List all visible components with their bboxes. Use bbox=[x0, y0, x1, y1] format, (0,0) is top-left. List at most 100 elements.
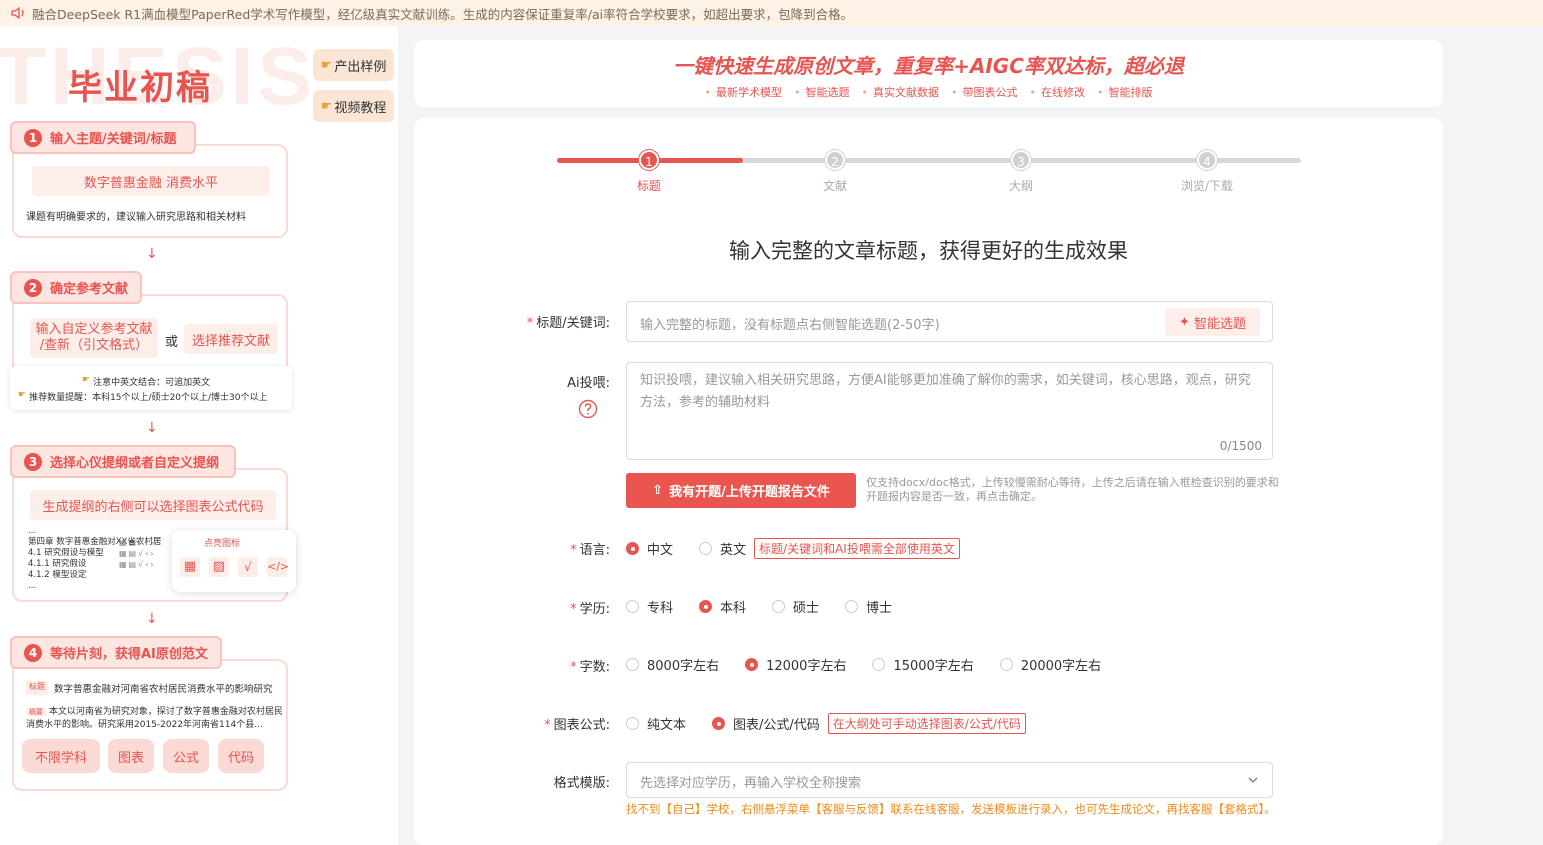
upload-proposal-button[interactable]: ⇧ 我有开题/上传开题报告文件 bbox=[626, 473, 856, 508]
custom-reference-option: 输入自定义参考文献 /查新（引文格式） bbox=[30, 318, 158, 358]
ai-feed-label: Ai投喂: bbox=[567, 376, 610, 391]
step1-number: 1 bbox=[24, 128, 42, 147]
table-icon: ▦ bbox=[180, 557, 200, 577]
result-abstract-text: 本文以河南省为研究对象，探讨了数字普惠金融对农村居民消费水平的影响。研究采用20… bbox=[26, 707, 283, 730]
feature-item: 最新学术模型 bbox=[705, 84, 782, 100]
step1-example-pill: 数字普惠金融 消费水平 bbox=[32, 166, 270, 196]
pointing-hand-icon: ☛ bbox=[18, 390, 27, 400]
or-text: 或 bbox=[165, 335, 179, 350]
step-dot: 3 bbox=[1011, 150, 1031, 170]
radio-associate[interactable]: 专科 bbox=[626, 597, 673, 616]
sparkle-icon: ✦ bbox=[1179, 314, 1190, 330]
result-abstract-tag: 摘要 bbox=[26, 708, 46, 716]
speaker-icon bbox=[11, 6, 24, 20]
hero-features: 最新学术模型 智能选题 真实文献数据 带图表公式 在线修改 智能排版 bbox=[414, 84, 1443, 100]
arrow-down-icon: ↓ bbox=[146, 420, 158, 436]
upload-proposal-label: 我有开题/上传开题报告文件 bbox=[669, 485, 830, 500]
ai-feed-placeholder: 知识投喂，建议输入相关研究思路，方便AI能够更加准确了解你的需求，如关键词，核心… bbox=[640, 373, 1251, 410]
sample-output-button[interactable]: ☛ 产出样例 bbox=[313, 49, 394, 81]
step3-label: 选择心仪提纲或者自定义提纲 bbox=[50, 456, 220, 471]
badge-chart: 图表 bbox=[108, 739, 154, 773]
template-select[interactable]: 先选择对应学历，再输入学校全称搜索 bbox=[626, 762, 1273, 798]
ai-feed-textarea[interactable]: 知识投喂，建议输入相关研究思路，方便AI能够更加准确了解你的需求，如关键词，核心… bbox=[626, 362, 1273, 460]
word-count-label: * 字数: bbox=[570, 660, 610, 675]
badge-formula: 公式 bbox=[163, 739, 209, 773]
upload-note: 仅支持docx/doc格式，上传较慢需耐心等待，上传之后请在输入框检查识别的要求… bbox=[866, 476, 1279, 503]
step1-hint: 课题有明确要求的，建议输入研究思路和相关材料 bbox=[26, 212, 246, 223]
radio-doctor[interactable]: 博士 bbox=[845, 597, 892, 616]
step1-tag: 1 输入主题/关键词/标题 bbox=[10, 121, 196, 154]
step-label: 标题 bbox=[636, 179, 661, 193]
radio-15000[interactable]: 15000字左右 bbox=[872, 655, 974, 674]
result-abstract: 摘要 本文以河南省为研究对象，探讨了数字普惠金融对农村居民消费水平的影响。研究采… bbox=[26, 706, 288, 732]
smart-topic-button[interactable]: ✦ 智能选题 bbox=[1165, 308, 1260, 336]
radio-plain-text[interactable]: 纯文本 bbox=[626, 714, 686, 733]
english-note: 标题/关键词和AI投喂需全部使用英文 bbox=[754, 538, 960, 559]
arrow-down-icon: ↓ bbox=[146, 246, 158, 262]
template-label: 格式模版: bbox=[553, 776, 610, 791]
progress-step-outline[interactable]: 3 大纲 bbox=[981, 150, 1061, 194]
step2-tip1: 注意中英文结合：可追加英文 bbox=[93, 378, 211, 388]
template-hint: 找不到【自己】学校，右侧悬浮菜单【客服与反馈】联系在线客服，发送模板进行录入，也… bbox=[626, 802, 1276, 816]
chart-formula-note: 在大纲处可手动选择图表/公式/代码 bbox=[827, 713, 1026, 734]
feature-item: 智能选题 bbox=[794, 84, 850, 100]
step-label: 文献 bbox=[822, 179, 847, 193]
progress-step-download[interactable]: 4 浏览/下载 bbox=[1167, 150, 1247, 194]
template-placeholder: 先选择对应学历，再输入学校全称搜索 bbox=[640, 776, 862, 791]
step2-number: 2 bbox=[24, 278, 42, 297]
formula-icon: √ bbox=[238, 557, 258, 577]
feature-item: 智能排版 bbox=[1097, 84, 1153, 100]
result-title-row: 标题 数字普惠金融对河南省农村居民消费水平的影响研究 bbox=[26, 681, 273, 695]
result-title-text: 数字普惠金融对河南省农村居民消费水平的影响研究 bbox=[54, 684, 273, 695]
step4-tag: 4 等待片刻，获得AI原创范文 bbox=[10, 636, 222, 669]
arrow-down-icon: ↓ bbox=[146, 611, 158, 627]
pointing-hand-icon: ☛ bbox=[82, 375, 91, 385]
help-icon[interactable] bbox=[578, 399, 598, 419]
radio-chart-formula-code[interactable]: 图表/公式/代码 bbox=[712, 714, 820, 733]
feature-item: 在线修改 bbox=[1030, 84, 1085, 100]
light-icon-popup: 点亮图标 ▦ ▨ √ </> bbox=[172, 530, 296, 592]
chart-formula-radio-group: 纯文本 图表/公式/代码 在大纲处可手动选择图表/公式/代码 bbox=[626, 713, 1026, 734]
progress-step-title[interactable]: 1 标题 bbox=[609, 150, 689, 194]
radio-bachelor[interactable]: 本科 bbox=[699, 597, 746, 616]
radio-8000[interactable]: 8000字左右 bbox=[626, 655, 719, 674]
radio-english[interactable]: 英文 bbox=[699, 539, 746, 558]
pointing-hand-icon: ☛ bbox=[320, 98, 333, 114]
step2-tag: 2 确定参考文献 bbox=[10, 271, 142, 304]
radio-master[interactable]: 硕士 bbox=[772, 597, 819, 616]
step4-label: 等待片刻，获得AI原创范文 bbox=[50, 647, 208, 662]
upload-icon: ⇧ bbox=[652, 483, 664, 498]
feature-item: 真实文献数据 bbox=[862, 84, 939, 100]
code-icon: </> bbox=[267, 557, 289, 577]
ai-feed-counter: 0/1500 bbox=[1219, 439, 1262, 453]
video-tutorial-button[interactable]: ☛ 视频教程 bbox=[313, 90, 394, 122]
step2-tips-box: ☛ 注意中英文结合：可追加英文 ☛ 推荐数量提醒：本科15个以上/硕士20个以上… bbox=[10, 366, 292, 410]
step-dot: 2 bbox=[825, 150, 845, 170]
radio-chinese[interactable]: 中文 bbox=[626, 539, 673, 558]
title-placeholder: 输入完整的标题，没有标题点右侧智能选题(2-50字) bbox=[640, 318, 940, 333]
progress-step-references[interactable]: 2 文献 bbox=[795, 150, 875, 194]
video-tutorial-label: 视频教程 bbox=[334, 100, 387, 116]
step3-example-pill: 生成提纲的右侧可以选择图表公式代码 bbox=[30, 490, 276, 520]
image-icon: ▨ bbox=[209, 557, 229, 577]
step3-number: 3 bbox=[24, 452, 42, 471]
guide-panel: THESIS 毕业初稿 ☛ 产出样例 ☛ 视频教程 1 输入主题/关键词/标题 … bbox=[0, 26, 398, 845]
form-heading: 输入完整的文章标题，获得更好的生成效果 bbox=[729, 239, 1128, 263]
sample-output-label: 产出样例 bbox=[334, 59, 387, 75]
step-label: 大纲 bbox=[1008, 179, 1033, 193]
language-radio-group: 中文 英文 标题/关键词和AI投喂需全部使用英文 bbox=[626, 538, 960, 559]
step-dot: 1 bbox=[639, 150, 659, 170]
degree-label: * 学历: bbox=[570, 602, 610, 617]
outline-mini-icons: ▦▤√‹› ▦▤√‹› ▦▤√‹› bbox=[119, 538, 156, 569]
chart-formula-label: * 图表公式: bbox=[544, 718, 610, 733]
title-input[interactable]: 输入完整的标题，没有标题点右侧智能选题(2-50字) ✦ 智能选题 bbox=[626, 301, 1273, 342]
pointing-hand-icon: ☛ bbox=[320, 57, 333, 73]
badge-any-subject: 不限学科 bbox=[22, 739, 100, 773]
step-label: 浏览/下载 bbox=[1180, 179, 1234, 193]
required-mark: * bbox=[526, 316, 534, 331]
popup-label: 点亮图标 bbox=[204, 539, 241, 549]
radio-12000[interactable]: 12000字左右 bbox=[745, 655, 846, 674]
radio-20000[interactable]: 20000字左右 bbox=[999, 655, 1101, 674]
step-dot: 4 bbox=[1197, 150, 1217, 170]
recommended-reference-option: 选择推荐文献 bbox=[184, 324, 278, 354]
